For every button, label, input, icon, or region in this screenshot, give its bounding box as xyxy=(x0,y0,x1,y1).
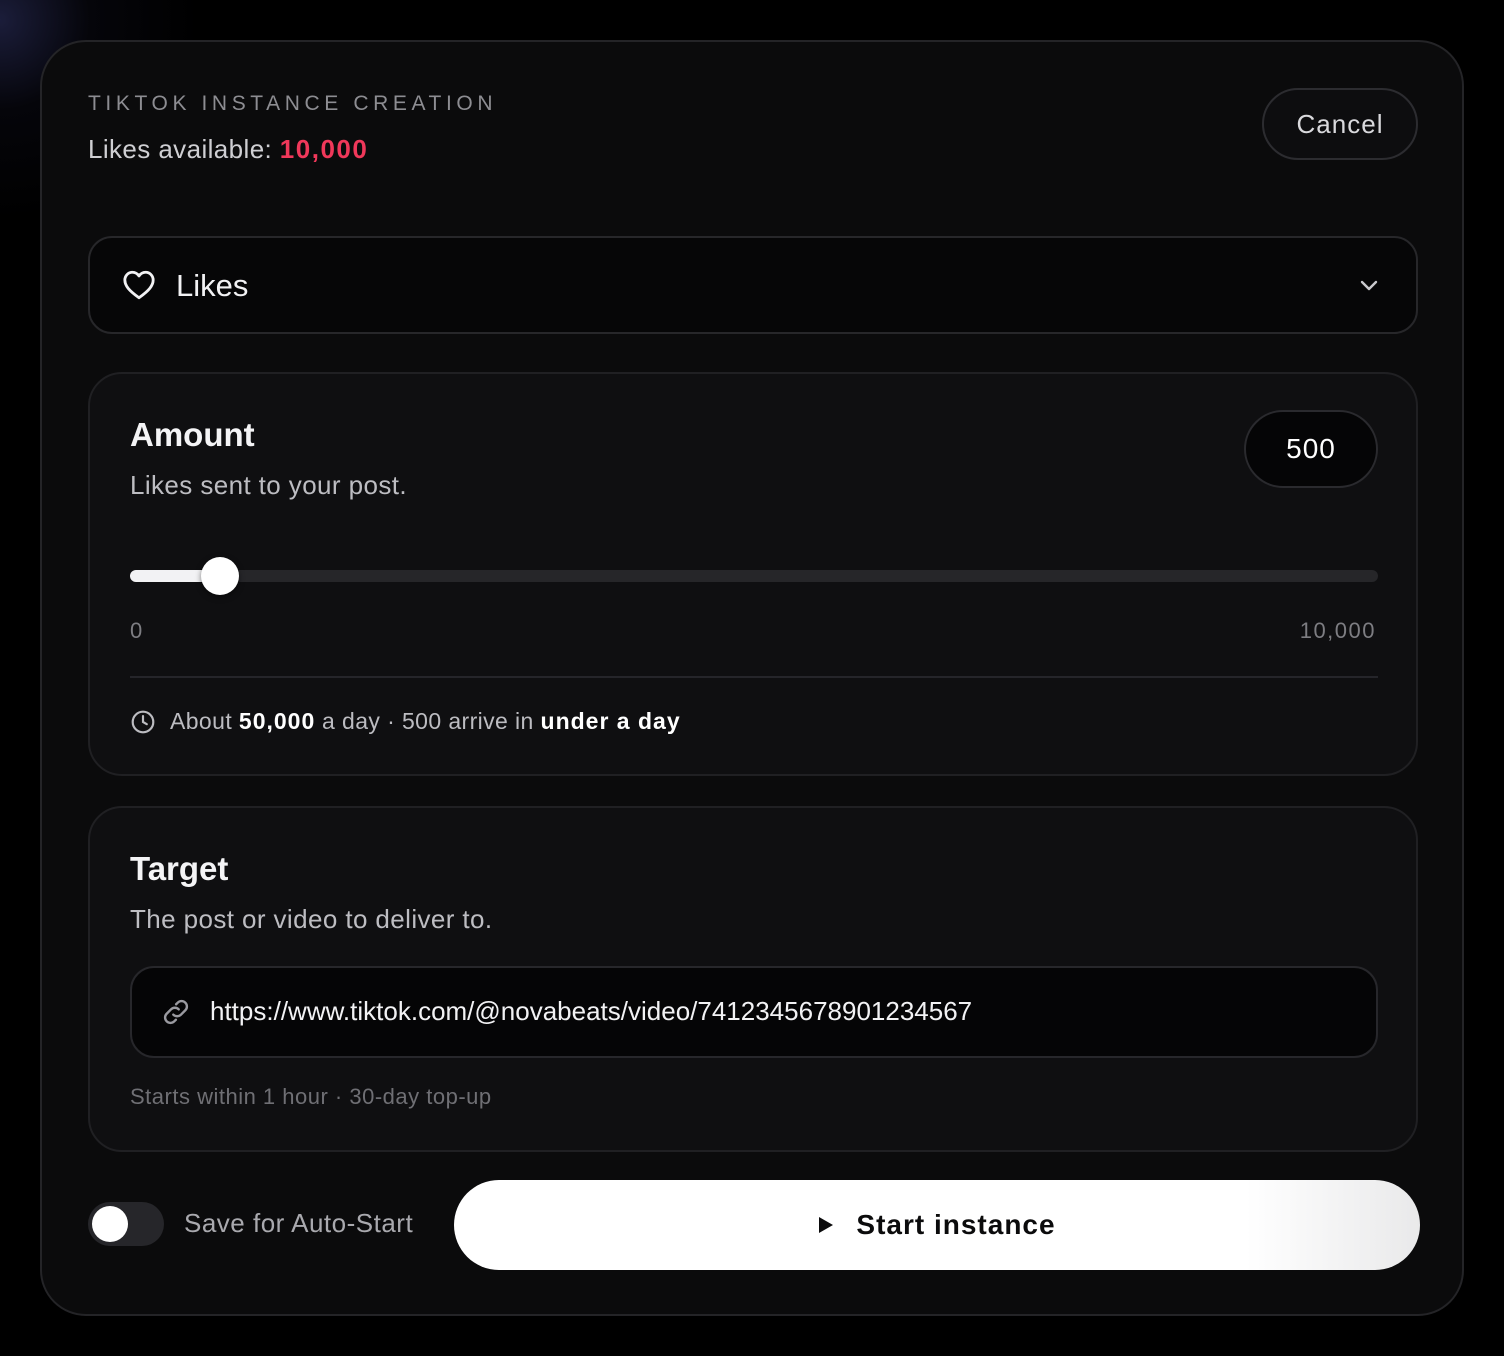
service-select[interactable]: Likes xyxy=(88,236,1418,334)
rate-middle: a day · 500 arrive in xyxy=(315,708,541,734)
auto-start-toggle[interactable] xyxy=(88,1202,164,1246)
delivery-rate: About 50,000 a day · 500 arrive in under… xyxy=(130,708,681,735)
likes-available: Likes available: 10,000 xyxy=(88,134,368,165)
target-title: Target xyxy=(130,850,229,887)
slider-min-label: 0 xyxy=(130,618,144,643)
start-instance-label: Start instance xyxy=(856,1209,1056,1240)
start-instance-button[interactable]: Start instance xyxy=(454,1180,1420,1270)
heart-icon xyxy=(123,270,155,300)
likes-available-count: 10,000 xyxy=(279,134,369,164)
service-select-value: Likes xyxy=(176,268,249,303)
amount-input[interactable]: 500 xyxy=(1244,410,1378,488)
rate-prefix: About xyxy=(170,708,239,734)
amount-slider[interactable] xyxy=(130,557,1378,595)
target-url-value: https://www.tiktok.com/@novabeats/video/… xyxy=(210,996,973,1026)
target-card: Target The post or video to deliver to. … xyxy=(88,806,1418,1152)
target-url-field[interactable]: https://www.tiktok.com/@novabeats/video/… xyxy=(130,966,1378,1058)
amount-title: Amount xyxy=(130,416,255,453)
target-footnote: Starts within 1 hour · 30-day top-up xyxy=(130,1084,492,1109)
modal-title: TIKTOK INSTANCE CREATION xyxy=(88,92,498,115)
clock-icon xyxy=(131,710,155,733)
rate-eta: under a day xyxy=(540,708,681,734)
rate-per-day: 50,000 xyxy=(238,708,316,734)
cancel-button[interactable]: Cancel xyxy=(1262,88,1418,160)
play-icon xyxy=(819,1217,834,1233)
amount-card: Amount Likes sent to your post. 500 0 10… xyxy=(88,372,1418,776)
amount-slider-thumb[interactable] xyxy=(201,557,240,595)
chevron-down-icon xyxy=(1360,280,1378,291)
instance-creation-modal: TIKTOK INSTANCE CREATION Likes available… xyxy=(40,40,1464,1316)
link-icon xyxy=(163,999,189,1025)
target-subtitle: The post or video to deliver to. xyxy=(130,904,493,934)
amount-subtitle: Likes sent to your post. xyxy=(130,470,407,500)
toggle-knob xyxy=(92,1206,128,1242)
divider xyxy=(130,676,1378,678)
slider-max-label: 10,000 xyxy=(1299,618,1376,643)
auto-start-label: Save for Auto-Start xyxy=(184,1208,414,1238)
likes-available-label: Likes available: xyxy=(88,134,280,164)
